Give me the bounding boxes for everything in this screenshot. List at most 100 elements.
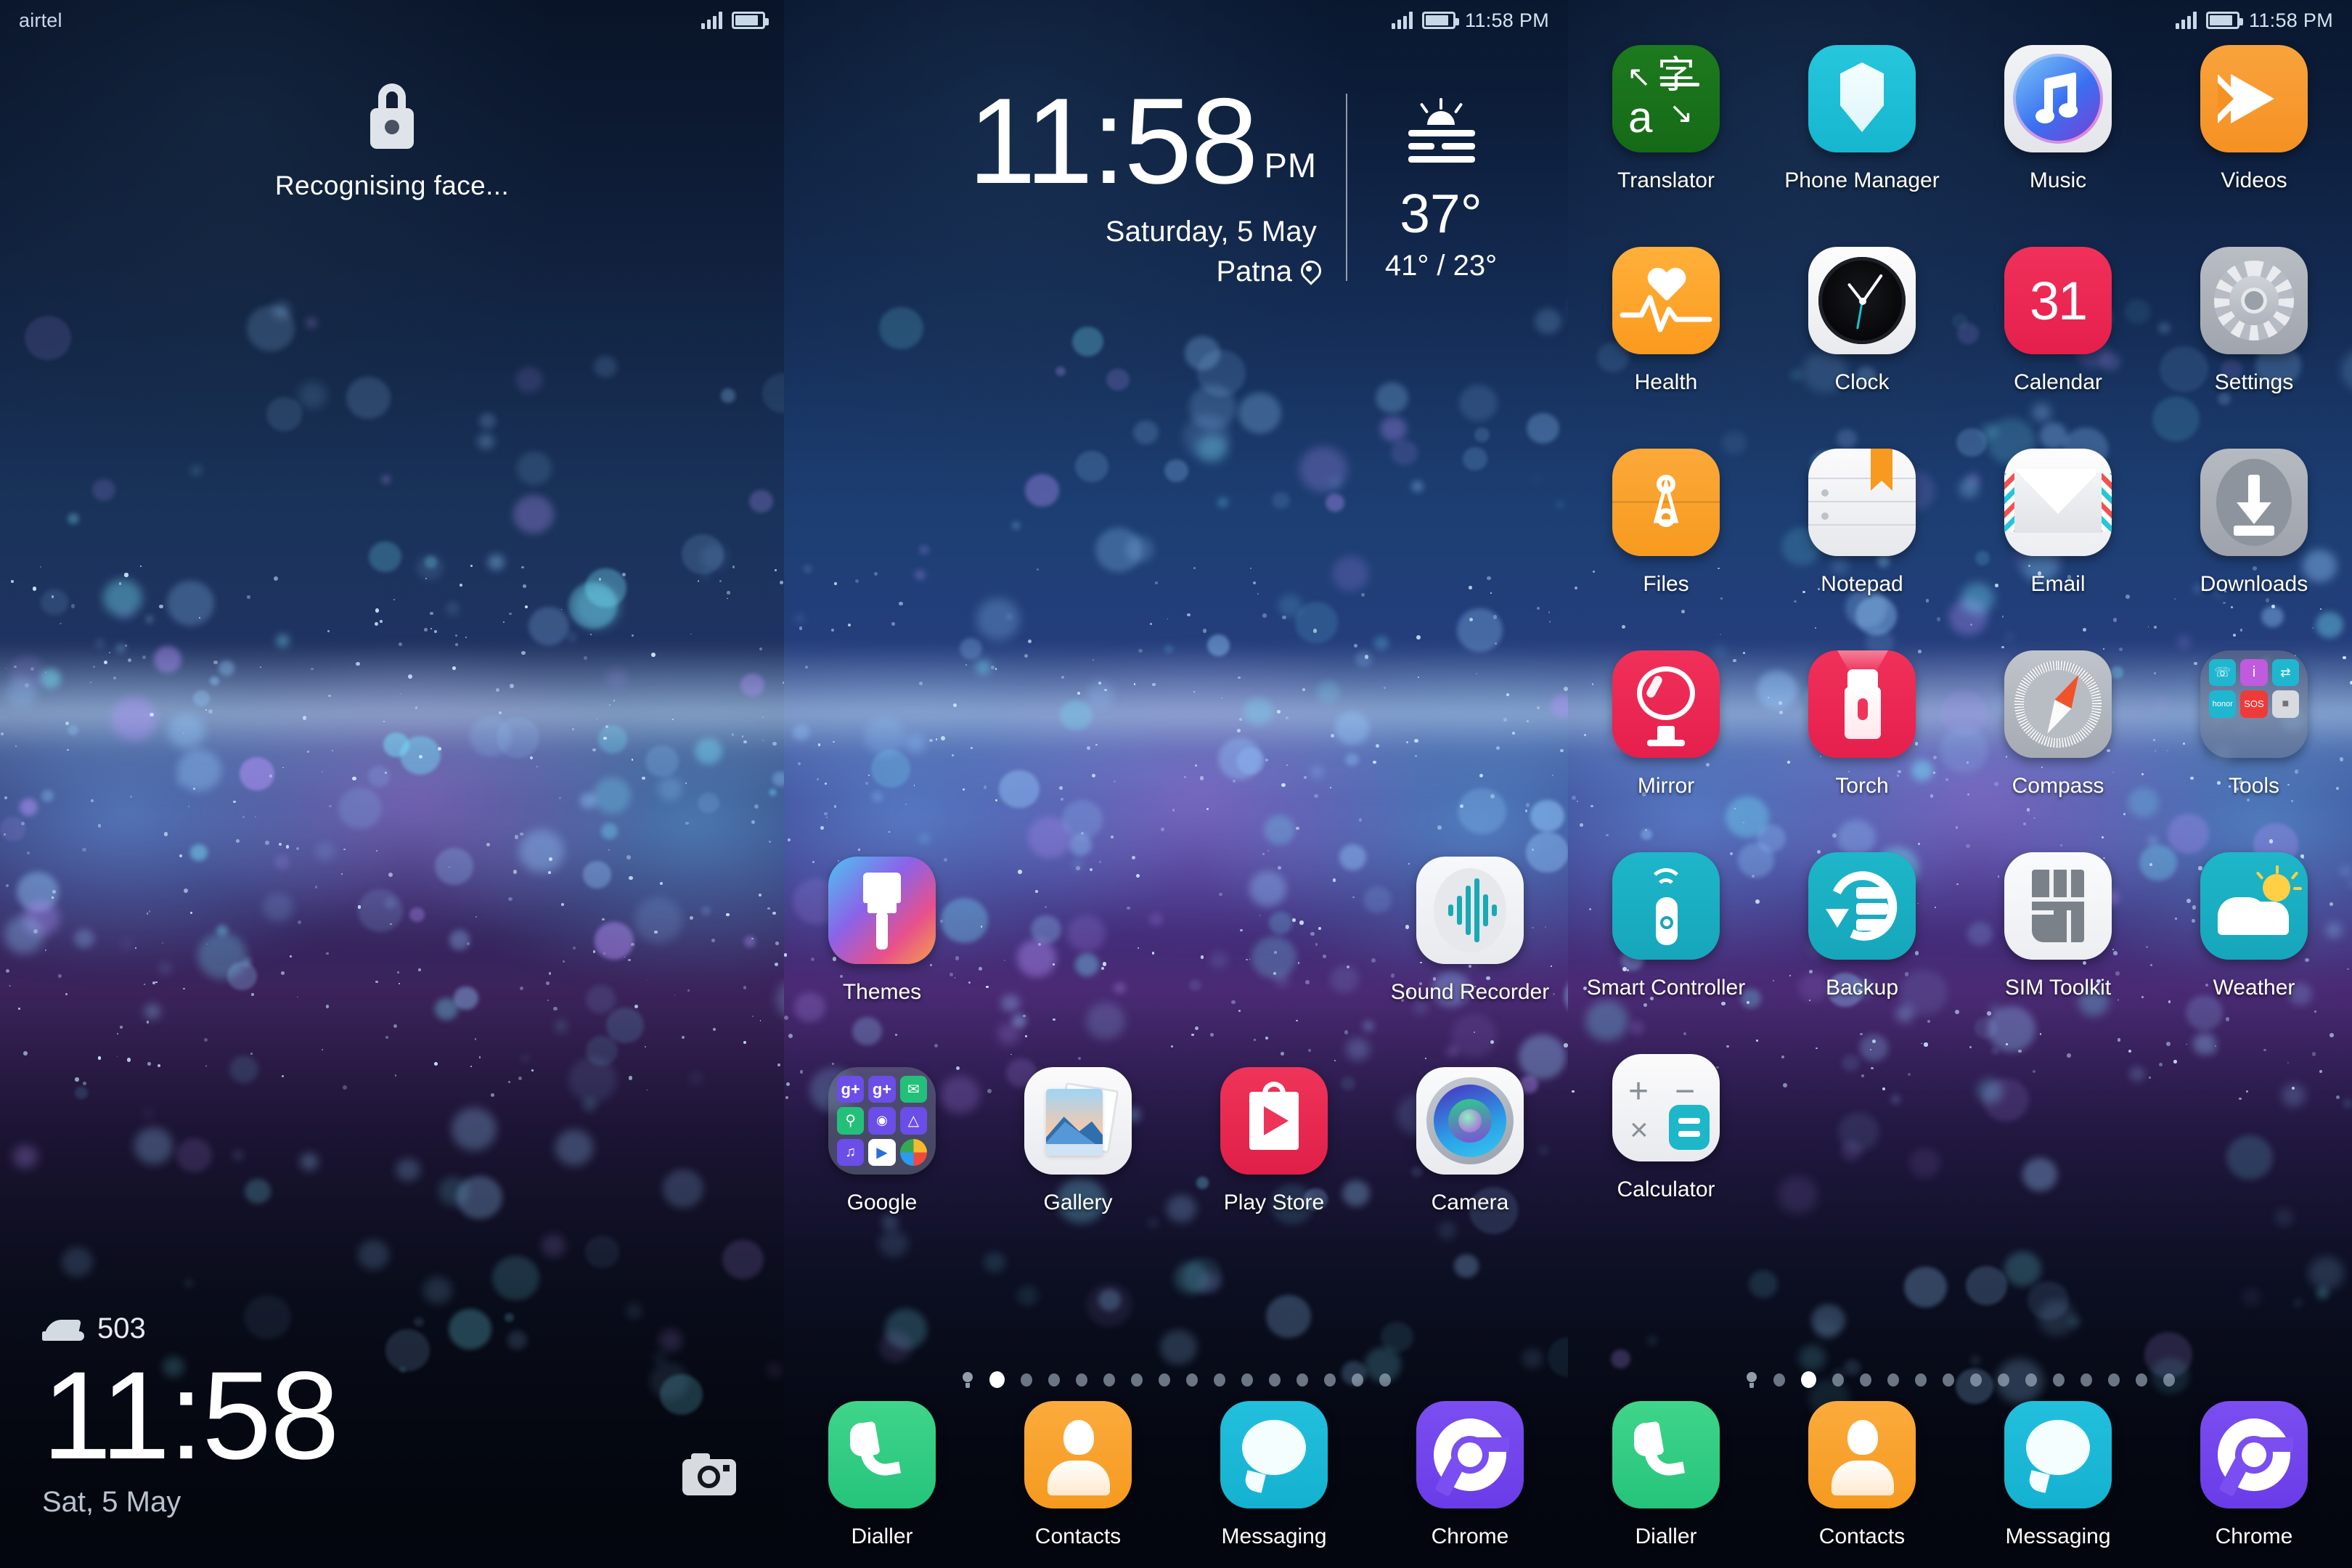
page-dot[interactable] (1075, 1373, 1087, 1387)
page-dot[interactable] (2025, 1373, 2037, 1387)
app-icon-files[interactable]: Files (1568, 449, 1764, 650)
app-icon-chrome[interactable]: Chrome (1372, 1401, 1568, 1549)
app-icon-themes[interactable]: Themes (784, 857, 980, 1067)
app-icon-downloads[interactable]: Downloads (2156, 449, 2352, 650)
translator-icon[interactable]: ↖ 字 a ↘ (1612, 45, 1720, 152)
envelope-icon[interactable] (2004, 449, 2112, 556)
phone-handset-icon[interactable] (828, 1401, 936, 1508)
person-icon[interactable] (1024, 1401, 1132, 1508)
app-icon-sim-toolkit[interactable]: SIM Toolkit (1960, 852, 2156, 1054)
page-dot[interactable] (2135, 1373, 2147, 1387)
page-dot[interactable] (1832, 1373, 1844, 1387)
page-dot[interactable] (1969, 1373, 1982, 1387)
speech-bubble-icon[interactable] (2004, 1401, 2112, 1508)
mirror-icon[interactable] (1612, 650, 1720, 758)
music-note-icon[interactable] (2004, 45, 2112, 152)
shield-icon[interactable] (1808, 45, 1916, 152)
calculator-icon[interactable]: + − × (1612, 1054, 1720, 1161)
page-dot[interactable] (1859, 1373, 1871, 1387)
download-arrow-icon[interactable] (2200, 449, 2308, 556)
app-icon-notepad[interactable]: Notepad (1764, 449, 1960, 650)
heart-pulse-icon[interactable] (1612, 247, 1720, 354)
sound-recorder-icon[interactable] (1416, 857, 1524, 964)
bulb-icon[interactable] (1746, 1371, 1757, 1388)
page-dot[interactable] (1020, 1373, 1032, 1387)
app-icon-settings[interactable]: Settings (2156, 247, 2352, 449)
gear-icon[interactable] (2200, 247, 2308, 354)
app-icon-email[interactable]: Email (1960, 449, 2156, 650)
page-dot[interactable] (2163, 1373, 2175, 1387)
page-dot[interactable] (1048, 1373, 1060, 1387)
person-icon[interactable] (1808, 1401, 1916, 1508)
app-icon-calculator[interactable]: + − × Calculator (1568, 1054, 1764, 1256)
page-dot[interactable] (1323, 1373, 1336, 1387)
app-icon-contacts[interactable]: Contacts (980, 1401, 1176, 1549)
page-dot[interactable] (1887, 1373, 1899, 1387)
page-dot[interactable] (1773, 1373, 1785, 1387)
app-icon-contacts[interactable]: Contacts (1764, 1401, 1960, 1549)
play-store-icon[interactable] (1220, 1067, 1328, 1175)
page-dot[interactable] (1914, 1373, 1927, 1387)
file-folder-icon[interactable] (1612, 449, 1720, 556)
themes-icon[interactable] (828, 857, 936, 964)
analog-clock-icon[interactable] (1808, 247, 1916, 354)
page-dot[interactable] (1296, 1373, 1308, 1387)
page-dot[interactable] (989, 1371, 1005, 1388)
app-icon-sound-recorder[interactable]: Sound Recorder (1372, 857, 1568, 1067)
app-icon-translator[interactable]: ↖ 字 a ↘ Translator (1568, 45, 1764, 247)
app-icon-music[interactable]: Music (1960, 45, 2156, 247)
speech-bubble-icon[interactable] (1220, 1401, 1328, 1508)
flashlight-icon[interactable] (1808, 650, 1916, 758)
remote-control-icon[interactable] (1612, 852, 1720, 960)
gallery-icon[interactable] (1024, 1067, 1132, 1175)
sim-card-icon[interactable] (2004, 852, 2112, 960)
app-icon-gallery[interactable]: Gallery (980, 1067, 1176, 1278)
google-folder-icon[interactable]: g+ g+ ✉ ⚲ ◉ △ ♫ ▶ (828, 1067, 936, 1175)
app-icon-mirror[interactable]: Mirror (1568, 650, 1764, 852)
page-dot[interactable] (1379, 1373, 1391, 1387)
app-icon-tools[interactable]: ☏ i ⇄ honor SOS ■ Tools (2156, 650, 2352, 852)
page-dot[interactable] (1800, 1371, 1816, 1388)
page-dot[interactable] (1942, 1373, 1954, 1387)
camera-icon[interactable] (682, 1453, 736, 1495)
app-icon-calendar[interactable]: 31 Calendar (1960, 247, 2156, 449)
page-dot[interactable] (1351, 1373, 1363, 1387)
page-dot[interactable] (1268, 1373, 1281, 1387)
play-arrow-icon[interactable] (2200, 45, 2308, 152)
app-icon-compass[interactable]: Compass (1960, 650, 2156, 852)
compass-icon[interactable] (2004, 650, 2112, 758)
camera-app-icon[interactable] (1416, 1067, 1524, 1175)
page-dot[interactable] (2052, 1373, 2065, 1387)
cloud-sun-icon[interactable] (2200, 852, 2308, 960)
page-indicator[interactable] (1568, 1371, 2352, 1388)
backup-restore-icon[interactable] (1808, 852, 1916, 960)
page-indicator[interactable] (784, 1371, 1568, 1388)
app-icon-phone-manager[interactable]: Phone Manager (1764, 45, 1960, 247)
page-dot[interactable] (1997, 1373, 2009, 1387)
app-icon-torch[interactable]: Torch (1764, 650, 1960, 852)
app-icon-camera[interactable]: Camera (1372, 1067, 1568, 1278)
folder-icon[interactable]: ☏ i ⇄ honor SOS ■ (2200, 650, 2308, 758)
app-icon-google[interactable]: g+ g+ ✉ ⚲ ◉ △ ♫ ▶ Google (784, 1067, 980, 1278)
page-dot[interactable] (1185, 1373, 1198, 1387)
app-icon-play-store[interactable]: Play Store (1176, 1067, 1372, 1278)
bulb-icon[interactable] (962, 1371, 973, 1388)
app-icon-clock[interactable]: Clock (1764, 247, 1960, 449)
calendar-31-icon[interactable]: 31 (2004, 247, 2112, 354)
page-dot[interactable] (2080, 1373, 2092, 1387)
app-icon-chrome[interactable]: Chrome (2156, 1401, 2352, 1549)
app-icon-backup[interactable]: Backup (1764, 852, 1960, 1054)
app-icon-weather[interactable]: Weather (2156, 852, 2352, 1054)
app-icon-health[interactable]: Health (1568, 247, 1764, 449)
app-icon-dialler[interactable]: Dialler (1568, 1401, 1764, 1549)
phone-handset-icon[interactable] (1612, 1401, 1720, 1508)
app-icon-videos[interactable]: Videos (2156, 45, 2352, 247)
page-dot[interactable] (1103, 1373, 1115, 1387)
app-icon-dialler[interactable]: Dialler (784, 1401, 980, 1549)
app-icon-smart-controller[interactable]: Smart Controller (1568, 852, 1764, 1054)
clock-weather-widget[interactable]: 11:58 PM Saturday, 5 May Patna 37° 41° /… (784, 80, 1568, 288)
page-dot[interactable] (1241, 1373, 1253, 1387)
app-icon-messaging[interactable]: Messaging (1960, 1401, 2156, 1549)
notepad-icon[interactable] (1808, 449, 1916, 556)
chrome-icon[interactable] (1416, 1401, 1524, 1508)
